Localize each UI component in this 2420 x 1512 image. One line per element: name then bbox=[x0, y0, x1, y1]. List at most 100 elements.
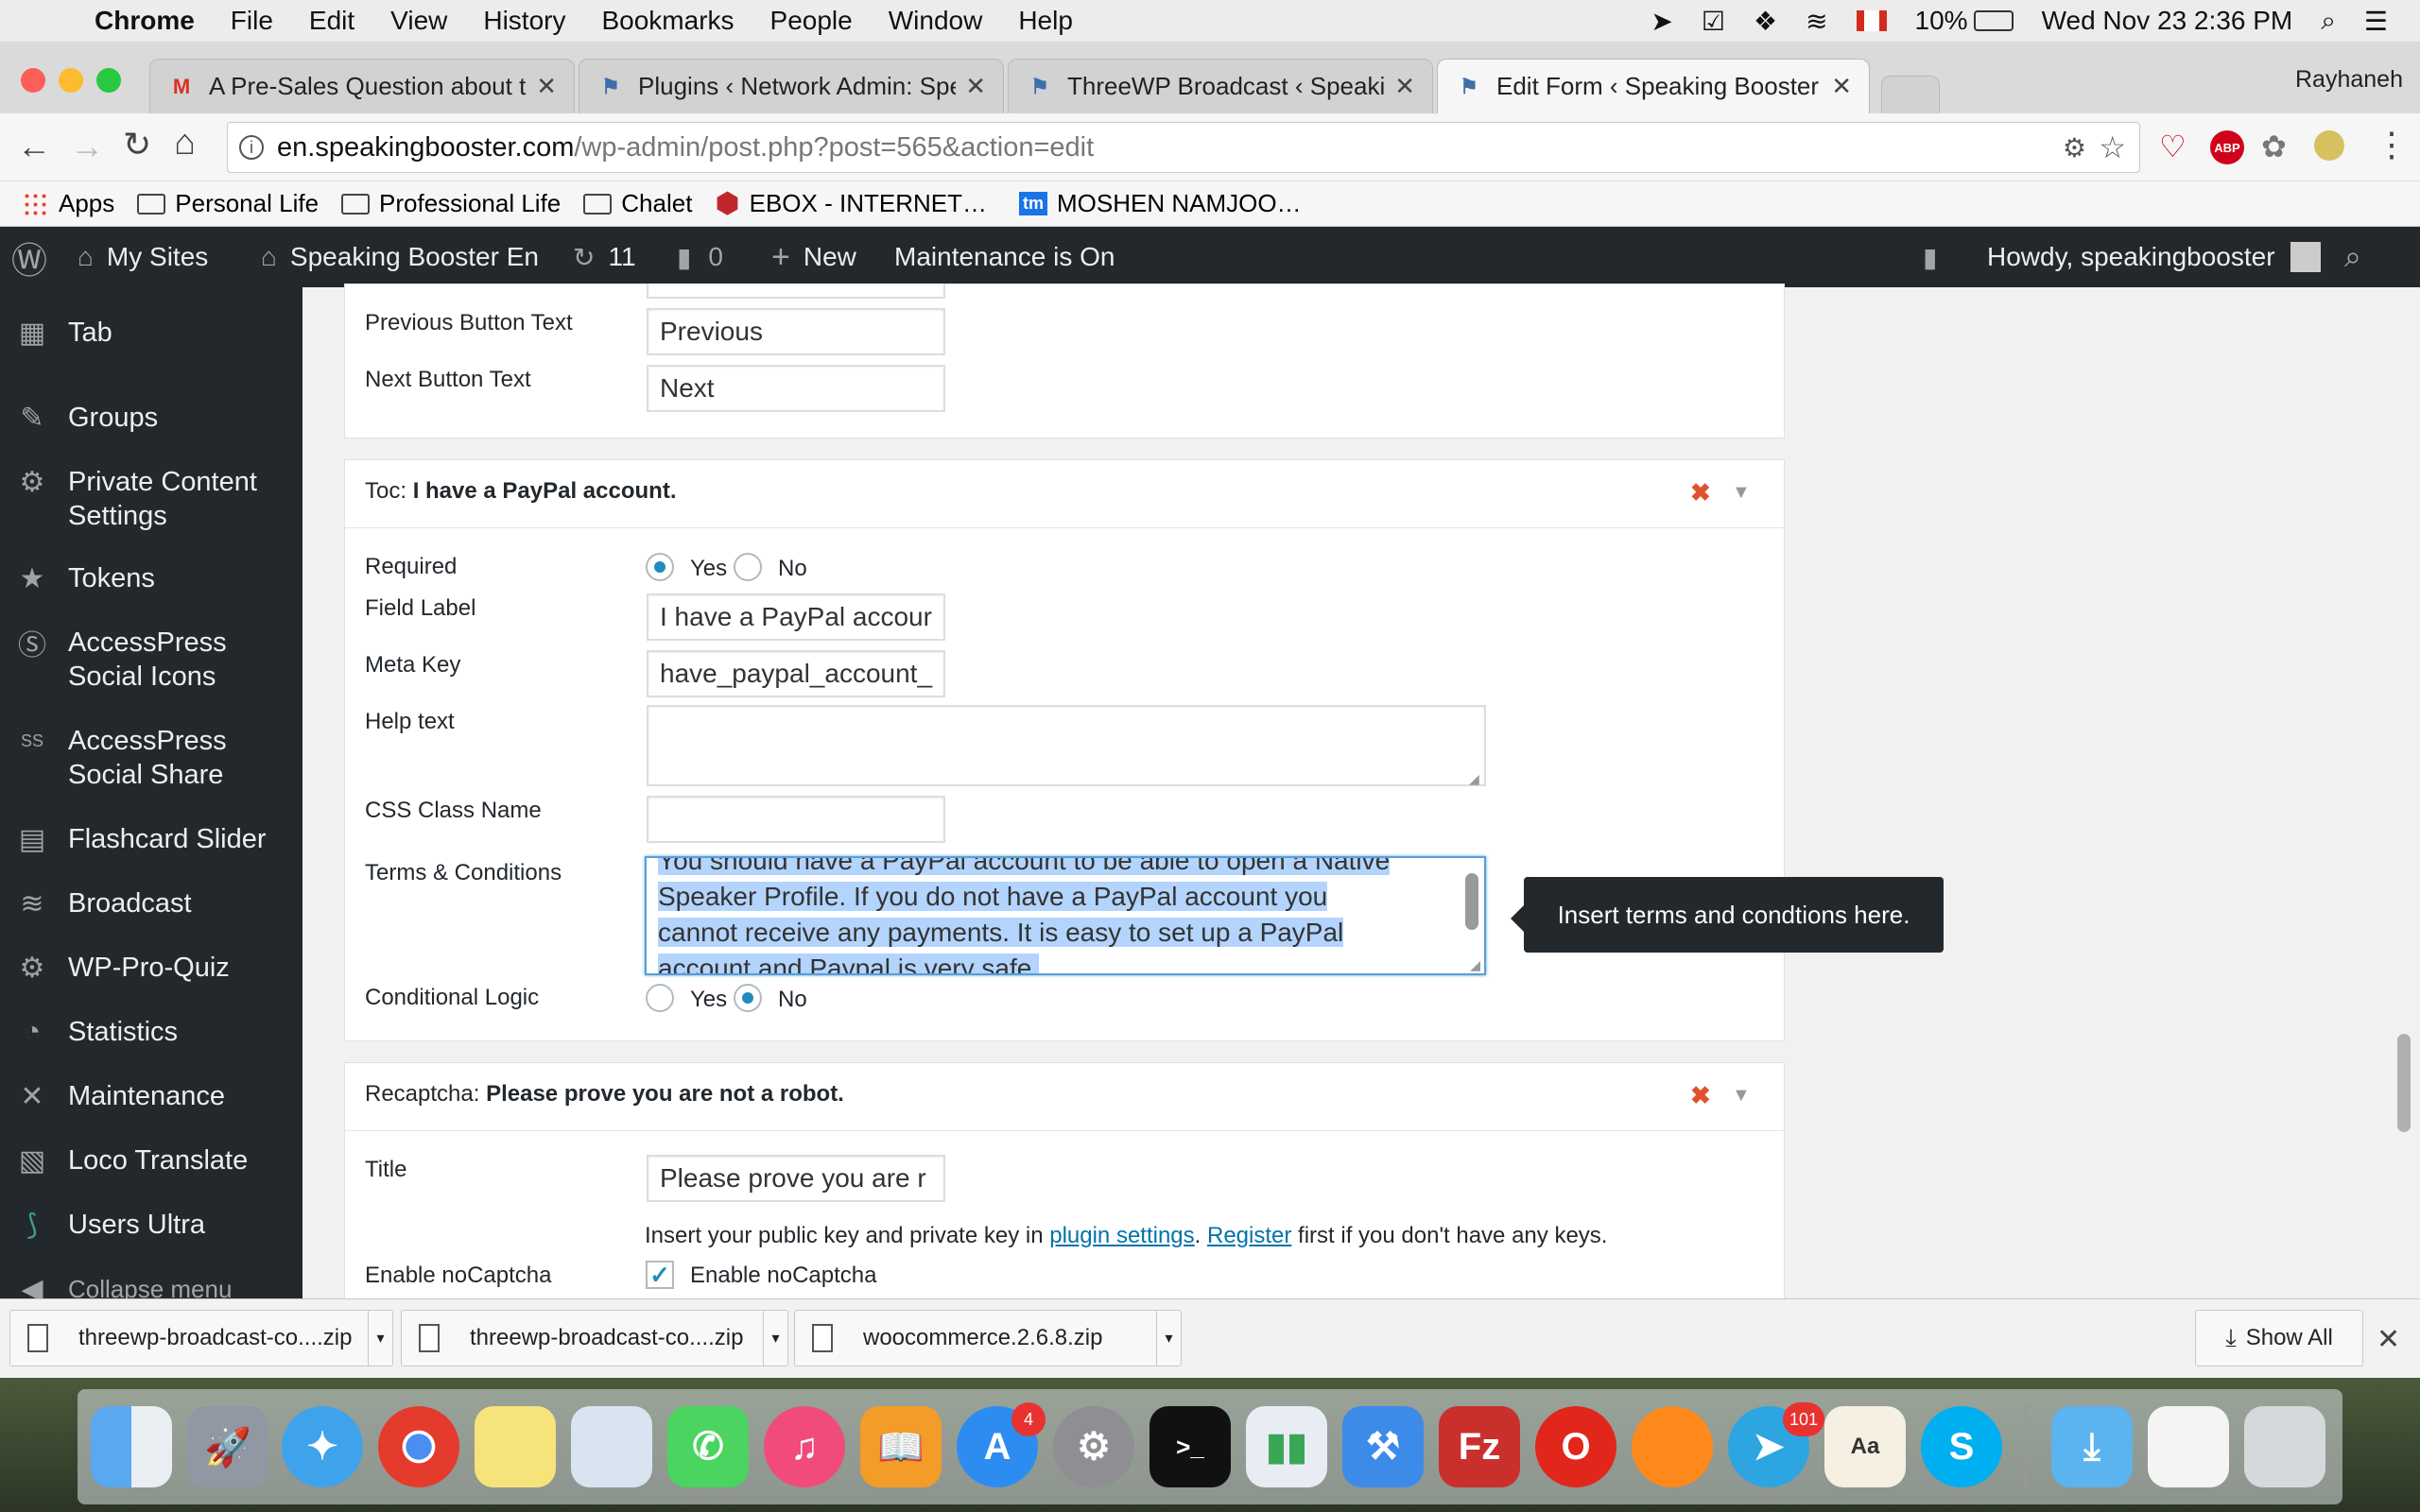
howdy-account-menu[interactable]: Howdy, speakingbooster bbox=[1987, 227, 2321, 287]
close-window-button[interactable] bbox=[21, 68, 45, 93]
download-item-3[interactable]: woocommerce.2.6.8.zip ▾ bbox=[794, 1310, 1182, 1366]
bookmark-professional-life[interactable]: Professional Life bbox=[341, 189, 561, 218]
site-name-menu[interactable]: ⌂ Speaking Booster En bbox=[261, 227, 539, 287]
xcode-icon[interactable]: ⚒ bbox=[1342, 1406, 1424, 1487]
zoom-window-button[interactable] bbox=[96, 68, 121, 93]
menu-edit[interactable]: Edit bbox=[309, 6, 354, 36]
dropdown-arrow-icon[interactable]: ▾ bbox=[1156, 1311, 1181, 1366]
menu-app-name[interactable]: Chrome bbox=[95, 6, 195, 36]
conditional-no-radio[interactable] bbox=[734, 984, 762, 1012]
flag-canada-icon[interactable] bbox=[1856, 10, 1887, 31]
location-icon[interactable]: ➤ bbox=[1651, 6, 1672, 37]
terms-textarea[interactable]: You should have a PayPal account to be a… bbox=[645, 856, 1486, 975]
my-sites-menu[interactable]: ⌂ My Sites bbox=[78, 227, 208, 287]
extension-icon[interactable]: ✿ bbox=[2261, 129, 2287, 164]
toc-header[interactable]: Toc: I have a PayPal account. bbox=[365, 478, 677, 505]
sidebar-item-groups[interactable]: ✎ Groups bbox=[0, 401, 302, 435]
dictionary-icon[interactable]: Aa bbox=[1824, 1406, 1906, 1487]
info-icon[interactable]: i bbox=[239, 135, 264, 160]
resize-handle-icon[interactable]: ◢ bbox=[1469, 771, 1479, 787]
close-tab-icon[interactable]: ✕ bbox=[1394, 72, 1415, 101]
bookmark-moshen[interactable]: tm MOSHEN NAMJOO… bbox=[1018, 189, 1302, 218]
launchpad-icon[interactable]: 🚀 bbox=[187, 1406, 268, 1487]
system-preferences-icon[interactable]: ⚙ bbox=[1053, 1406, 1134, 1487]
menu-view[interactable]: View bbox=[390, 6, 447, 36]
textarea-scrollbar[interactable] bbox=[1465, 873, 1478, 930]
wordpress-logo-icon[interactable]: Ⓦ bbox=[11, 227, 47, 287]
sidebar-item-wp-pro-quiz[interactable]: ⚙ WP-Pro-Quiz bbox=[0, 951, 302, 985]
sidebar-item-users-ultra[interactable]: ⟆ Users Ultra bbox=[0, 1208, 302, 1242]
field-input-partial[interactable] bbox=[647, 284, 945, 299]
bookmark-personal-life[interactable]: Personal Life bbox=[137, 189, 319, 218]
required-yes-radio[interactable] bbox=[646, 553, 674, 581]
sidebar-item-private-content[interactable]: ⚙ Private Content Settings bbox=[0, 465, 302, 533]
search-icon[interactable]: ⌕ bbox=[2344, 227, 2361, 287]
finder-icon[interactable] bbox=[91, 1406, 172, 1487]
menu-window[interactable]: Window bbox=[889, 6, 983, 36]
sidebar-item-accesspress-share[interactable]: SS AccessPress Social Share bbox=[0, 724, 302, 792]
sidebar-item-accesspress-icons[interactable]: Ⓢ AccessPress Social Icons bbox=[0, 626, 302, 694]
skype-icon[interactable]: S bbox=[1921, 1406, 2002, 1487]
new-tab-button[interactable] bbox=[1881, 76, 1940, 113]
sidebar-item-tokens[interactable]: ★ Tokens bbox=[0, 561, 302, 595]
help-text-textarea[interactable] bbox=[647, 705, 1486, 786]
extension-coin-icon[interactable] bbox=[2314, 130, 2344, 161]
back-icon[interactable]: ← bbox=[17, 127, 51, 166]
bookmark-chalet[interactable]: Chalet bbox=[583, 189, 692, 218]
dropbox-icon[interactable]: ❖ bbox=[1754, 6, 1777, 37]
downloads-folder-icon[interactable]: ⤓ bbox=[2051, 1406, 2133, 1487]
opera-icon[interactable]: O bbox=[1535, 1406, 1616, 1487]
css-class-input[interactable] bbox=[647, 796, 945, 843]
pocket-icon[interactable]: ♡ bbox=[2159, 129, 2187, 164]
conditional-yes-radio[interactable] bbox=[646, 984, 674, 1012]
sidebar-item-broadcast[interactable]: ≋ Broadcast bbox=[0, 886, 302, 920]
tab-gmail[interactable]: M A Pre-Sales Question about th ✕ bbox=[149, 59, 575, 113]
close-download-shelf-icon[interactable]: ✕ bbox=[2377, 1323, 2400, 1356]
required-no-radio[interactable] bbox=[734, 553, 762, 581]
preview-icon[interactable] bbox=[571, 1406, 652, 1487]
next-button-input[interactable]: Next bbox=[647, 365, 945, 412]
previous-button-input[interactable]: Previous bbox=[647, 308, 945, 355]
spotlight-icon[interactable]: ⌕ bbox=[2321, 6, 2336, 37]
sidebar-item-statistics[interactable]: ◔ Statistics bbox=[0, 1015, 302, 1049]
dropdown-arrow-icon[interactable]: ▾ bbox=[763, 1311, 787, 1366]
plugin-settings-link[interactable]: plugin settings bbox=[1049, 1223, 1194, 1248]
minimize-window-button[interactable] bbox=[59, 68, 83, 93]
close-tab-icon[interactable]: ✕ bbox=[1831, 72, 1852, 101]
battery-text[interactable]: 10% bbox=[1915, 6, 1968, 36]
terminal-icon[interactable]: >_ bbox=[1150, 1406, 1231, 1487]
recaptcha-header[interactable]: Recaptcha: Please prove you are not a ro… bbox=[365, 1081, 844, 1108]
facetime-icon[interactable]: ✆ bbox=[667, 1406, 749, 1487]
dropdown-arrow-icon[interactable]: ▾ bbox=[368, 1311, 392, 1366]
title-input[interactable]: Please prove you are r bbox=[647, 1155, 945, 1202]
notifications-icon[interactable]: ▮ bbox=[1923, 227, 1937, 287]
resize-handle-icon[interactable]: ◢ bbox=[1470, 957, 1480, 973]
maintenance-status[interactable]: Maintenance is On bbox=[894, 227, 1115, 287]
show-all-button[interactable]: ⤓ Show All bbox=[2195, 1310, 2363, 1366]
download-item-1[interactable]: threewp-broadcast-co....zip ▾ bbox=[9, 1310, 393, 1366]
numbers-icon[interactable]: ▮▮ bbox=[1246, 1406, 1327, 1487]
safari-icon[interactable]: ✦ bbox=[282, 1406, 363, 1487]
comments-menu[interactable]: ▮ 0 bbox=[677, 227, 723, 287]
reload-icon[interactable]: ↻ bbox=[123, 125, 151, 164]
updates-menu[interactable]: ↻ 11 bbox=[573, 227, 636, 287]
trash-icon[interactable] bbox=[2244, 1406, 2325, 1487]
menu-file[interactable]: File bbox=[231, 6, 273, 36]
enable-nocaptcha-checkbox[interactable]: ✓ bbox=[646, 1261, 674, 1289]
tab-edit-form[interactable]: ⚑ Edit Form ‹ Speaking Booster E ✕ bbox=[1437, 59, 1870, 113]
translate-blocked-icon[interactable]: ⚙ bbox=[2063, 132, 2086, 163]
profile-name[interactable]: Rayhaneh bbox=[2295, 66, 2403, 94]
meta-key-input[interactable]: have_paypal_account_ bbox=[647, 650, 945, 697]
close-tab-icon[interactable]: ✕ bbox=[536, 72, 557, 101]
tab-threewp[interactable]: ⚑ ThreeWP Broadcast ‹ Speaking ✕ bbox=[1008, 59, 1433, 113]
menu-people[interactable]: People bbox=[770, 6, 853, 36]
tab-plugins[interactable]: ⚑ Plugins ‹ Network Admin: Spea ✕ bbox=[579, 59, 1004, 113]
notes-icon[interactable] bbox=[475, 1406, 556, 1487]
menu-history[interactable]: History bbox=[483, 6, 565, 36]
recent-document-icon[interactable] bbox=[2148, 1406, 2229, 1487]
new-content-menu[interactable]: + New bbox=[771, 227, 856, 287]
adblock-icon[interactable]: ABP bbox=[2210, 130, 2244, 164]
delete-field-icon[interactable]: ✖ bbox=[1690, 478, 1711, 507]
notification-center-icon[interactable]: ☰ bbox=[2364, 6, 2388, 37]
address-bar[interactable]: i en.speakingbooster.com/wp-admin/post.p… bbox=[227, 122, 2140, 173]
